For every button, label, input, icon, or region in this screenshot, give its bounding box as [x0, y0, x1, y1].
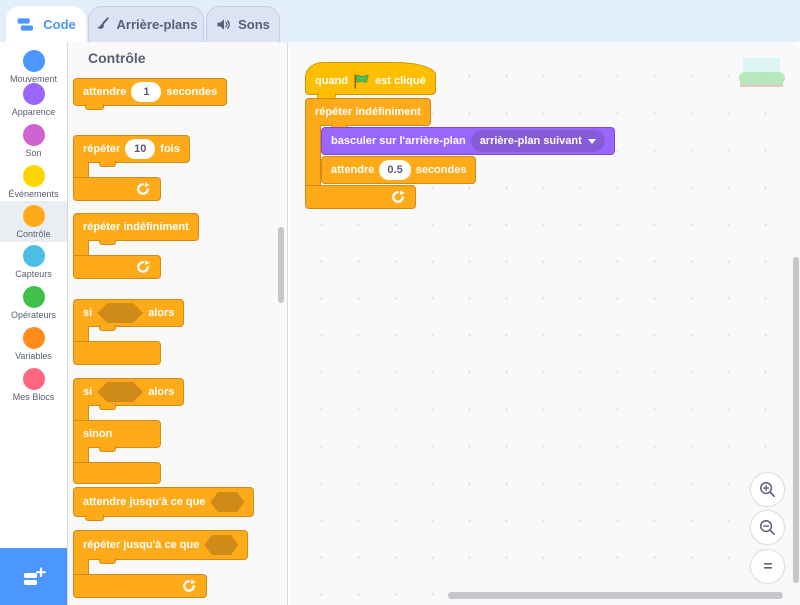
category-label: Mes Blocs — [13, 392, 55, 402]
category-color-dot — [23, 83, 45, 105]
block-label: sinon — [83, 428, 112, 440]
category-sidebar: Mouvement Apparence Son Événements Contr… — [0, 42, 68, 605]
palette-scrollbar[interactable] — [278, 227, 284, 303]
category-label: Capteurs — [15, 269, 52, 279]
palette-block-wait-until[interactable]: attendre jusqu'à ce que — [73, 487, 254, 517]
zoom-out-button[interactable] — [750, 510, 785, 545]
block-label: attendre jusqu'à ce que — [83, 496, 205, 508]
category-color-dot — [23, 245, 45, 267]
block-label: attendre — [83, 86, 126, 98]
tab-backdrops-label: Arrière-plans — [117, 17, 198, 32]
block-label: fois — [160, 143, 180, 155]
zoom-in-button[interactable] — [750, 472, 785, 507]
category-capteurs[interactable]: Capteurs — [0, 241, 67, 282]
tab-sounds-label: Sons — [238, 17, 270, 32]
category-label: Variables — [15, 351, 52, 361]
block-label: alors — [148, 307, 174, 319]
zoom-reset-icon: = — [764, 558, 772, 575]
category-label: Événements — [8, 189, 58, 199]
palette-header: Contrôle — [88, 50, 146, 66]
loop-arrow-icon — [136, 182, 150, 196]
boolean-slot[interactable] — [97, 382, 143, 402]
add-extension-button[interactable] — [0, 548, 67, 605]
scratch-editor: Code Arrière-plans Sons Mouvement — [0, 0, 800, 605]
category-color-dot — [23, 286, 45, 308]
backdrop-dropdown-value: arrière-plan suivant — [480, 135, 582, 147]
boolean-slot[interactable] — [210, 492, 244, 512]
block-label: attendre — [331, 164, 374, 176]
category-label: Opérateurs — [11, 310, 56, 320]
category-variables[interactable]: Variables — [0, 323, 67, 364]
block-label: répéter indéfiniment — [83, 221, 189, 233]
editor-content: Mouvement Apparence Son Événements Contr… — [0, 42, 800, 605]
category-label: Apparence — [12, 107, 56, 117]
zoom-reset-button[interactable]: = — [750, 549, 785, 584]
green-flag-icon — [353, 74, 370, 89]
category-color-dot — [23, 327, 45, 349]
block-label: si — [83, 307, 92, 319]
category-color-dot — [23, 205, 45, 227]
tab-backdrops[interactable]: Arrière-plans — [88, 6, 204, 42]
block-label: quand — [315, 75, 348, 87]
boolean-slot[interactable] — [97, 303, 143, 323]
script-area[interactable]: quand est cliqué répéter indéfiniment — [289, 42, 800, 605]
category-color-dot — [23, 368, 45, 390]
block-label: secondes — [416, 164, 467, 176]
backdrop-dropdown[interactable]: arrière-plan suivant — [471, 130, 605, 152]
category-color-dot — [23, 124, 45, 146]
loop-arrow-icon — [182, 579, 196, 593]
category-son[interactable]: Son — [0, 120, 67, 161]
block-label: répéter — [83, 143, 120, 155]
category-color-dot — [23, 165, 45, 187]
wait-seconds-input[interactable]: 1 — [131, 82, 161, 102]
block-label: répéter jusqu'à ce que — [83, 539, 199, 551]
category-operateurs[interactable]: Opérateurs — [0, 282, 67, 323]
tab-code-label: Code — [43, 17, 76, 32]
zoom-in-icon — [758, 480, 777, 499]
loop-arrow-icon — [136, 260, 150, 274]
block-label: répéter indéfiniment — [315, 106, 421, 118]
script-vertical-scrollbar[interactable] — [793, 257, 799, 583]
tab-code[interactable]: Code — [6, 6, 86, 42]
script-block-when-flag-clicked[interactable]: quand est cliqué — [305, 62, 436, 95]
block-label: secondes — [166, 86, 217, 98]
category-label: Son — [25, 148, 41, 158]
boolean-slot[interactable] — [204, 535, 238, 555]
category-color-dot — [23, 50, 45, 72]
backdrop-watermark — [739, 58, 785, 88]
block-label: alors — [148, 386, 174, 398]
chevron-down-icon — [588, 139, 596, 144]
category-apparence[interactable]: Apparence — [0, 79, 67, 120]
category-evenements[interactable]: Événements — [0, 161, 67, 202]
category-controle[interactable]: Contrôle — [0, 201, 67, 242]
script-block-wait[interactable]: attendre 0.5 secondes — [321, 156, 476, 184]
block-palette: Contrôle attendre 1 secondes répéter 10 … — [68, 42, 288, 605]
paintbrush-icon — [95, 17, 110, 32]
speaker-icon — [216, 17, 231, 32]
category-mes-blocs[interactable]: Mes Blocs — [0, 364, 67, 405]
repeat-count-input[interactable]: 10 — [125, 139, 155, 159]
script-block-switch-backdrop[interactable]: basculer sur l'arrière-plan arrière-plan… — [321, 127, 615, 155]
category-label: Contrôle — [16, 229, 50, 239]
loop-arrow-icon — [391, 190, 405, 204]
tab-bar: Code Arrière-plans Sons — [0, 0, 800, 42]
palette-block-wait[interactable]: attendre 1 secondes — [73, 78, 227, 106]
code-blocks-icon — [16, 17, 36, 32]
zoom-out-icon — [758, 518, 777, 537]
block-label: est cliqué — [375, 75, 426, 87]
block-label: si — [83, 386, 92, 398]
wait-seconds-input[interactable]: 0.5 — [379, 160, 410, 180]
tab-sounds[interactable]: Sons — [206, 6, 280, 42]
script-horizontal-scrollbar[interactable] — [448, 592, 783, 599]
add-extension-icon — [22, 567, 46, 587]
watermark-bushes — [739, 72, 785, 84]
block-label: basculer sur l'arrière-plan — [331, 135, 466, 147]
